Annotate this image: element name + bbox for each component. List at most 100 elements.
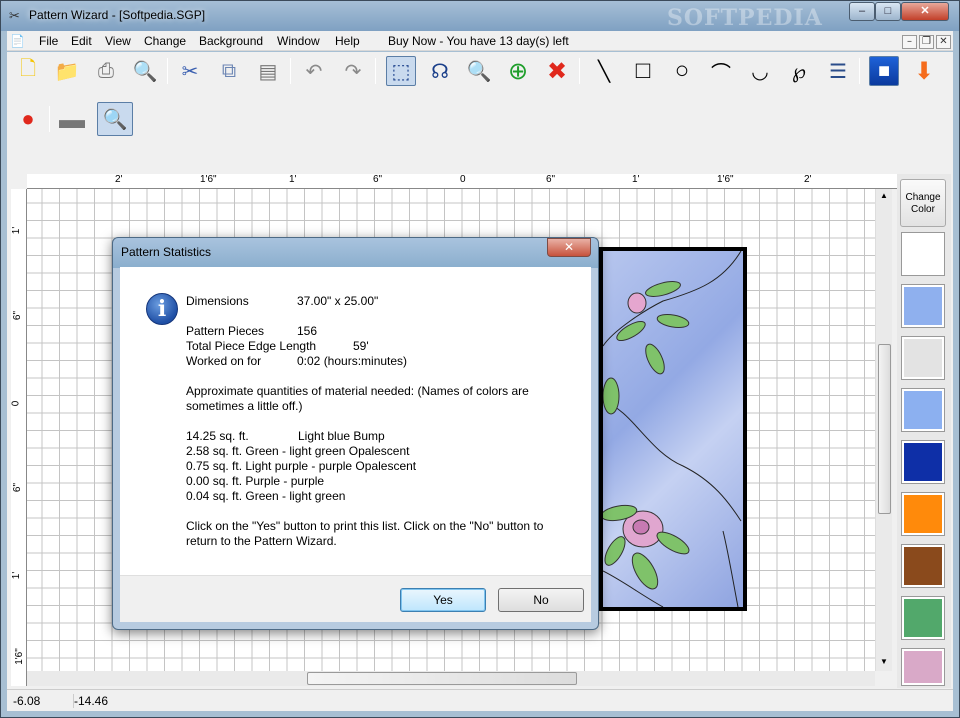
dialog-close-button[interactable]: ✕ <box>547 238 591 257</box>
lasso-icon[interactable]: ☊ <box>425 56 455 86</box>
ruler-label: 1' <box>11 571 23 580</box>
cut-icon[interactable]: ✂ <box>175 56 205 86</box>
pattern-drawing <box>603 251 742 607</box>
paste-icon[interactable]: ▤ <box>253 56 283 86</box>
approx-text: Approximate quantities of material neede… <box>186 384 529 398</box>
menu-view[interactable]: View <box>105 34 131 48</box>
circle-icon[interactable]: ○ <box>667 56 697 86</box>
menu-change[interactable]: Change <box>144 34 186 48</box>
approx-text: sometimes a little off.) <box>186 399 303 413</box>
mdi-close-button[interactable]: ✕ <box>936 35 951 49</box>
delete-icon[interactable]: ✖ <box>542 56 572 86</box>
mdi-restore-button[interactable]: ❐ <box>919 35 934 49</box>
menu-window[interactable]: Window <box>277 34 320 48</box>
ruler-label: 6" <box>12 482 24 493</box>
worked-on-label: Worked on for <box>186 354 262 368</box>
material-qty: 14.25 sq. ft. <box>186 429 249 443</box>
ruler-label: 1'6" <box>13 648 25 665</box>
info-icon: i <box>146 293 178 325</box>
swatch-pink[interactable] <box>901 648 945 686</box>
zoom-fit-icon[interactable]: 🔍 <box>97 102 133 136</box>
pieces-label: Pattern Pieces <box>186 324 265 338</box>
text-list-icon[interactable]: ☰ <box>823 56 853 86</box>
ruler-label: 0 <box>11 400 22 407</box>
ruler-label: 0 <box>460 174 466 185</box>
mdi-controls: – ❐ ✕ <box>900 33 951 49</box>
yes-button[interactable]: Yes <box>400 588 486 612</box>
mdi-minimize-button[interactable]: – <box>902 35 917 49</box>
ruler-label: 1' <box>632 174 640 185</box>
minimize-button[interactable]: – <box>849 2 875 21</box>
status-x: -6.08 <box>13 694 41 708</box>
ruler-label: 1'6" <box>717 174 734 185</box>
material-name: Light blue Bump <box>298 429 385 443</box>
horizontal-scroll-thumb[interactable] <box>307 672 577 685</box>
scroll-down-icon[interactable]: ▼ <box>880 657 888 666</box>
change-color-button[interactable]: Change Color <box>900 179 946 227</box>
menu-bar: 📄 File Edit View Change Background Windo… <box>7 31 953 51</box>
select-rectangle-icon[interactable]: ⬚ <box>386 56 416 86</box>
ruler-label: 1' <box>11 226 23 235</box>
swatch-dark-blue[interactable] <box>901 440 945 484</box>
redo-icon[interactable]: ↷ <box>338 56 368 86</box>
material-line: 0.75 sq. ft. Light purple - purple Opale… <box>186 459 417 473</box>
swatch-orange[interactable] <box>901 492 945 536</box>
footer-text: Click on the "Yes" button to print this … <box>186 519 544 533</box>
swatch-blue-textured[interactable] <box>901 388 945 432</box>
vertical-scroll-thumb[interactable] <box>878 344 891 514</box>
copy-icon[interactable]: ⧉ <box>214 56 244 86</box>
new-file-icon[interactable]: 🗋 <box>13 56 43 86</box>
scroll-up-icon[interactable]: ▲ <box>880 191 888 200</box>
menu-buy-now[interactable]: Buy Now - You have 13 day(s) left <box>388 34 569 48</box>
worked-on-value: 0:02 (hours:minutes) <box>297 354 408 368</box>
edge-length-label: Total Piece Edge Length <box>186 339 317 353</box>
loop-icon[interactable]: ℘ <box>784 56 814 86</box>
dimensions-label: Dimensions <box>186 294 249 308</box>
footer-text: return to the Pattern Wizard. <box>186 534 337 548</box>
curve-icon[interactable]: ◡ <box>745 56 775 86</box>
download-icon[interactable]: ⬇ <box>909 56 939 86</box>
no-button[interactable]: No <box>498 588 584 612</box>
dialog-title: Pattern Statistics <box>121 245 212 259</box>
rectangle-icon[interactable]: □ <box>628 56 658 86</box>
edge-length-value: 59' <box>353 339 369 353</box>
add-icon[interactable]: ⊕ <box>503 56 533 86</box>
ruler-label: 6" <box>546 174 556 185</box>
menu-background[interactable]: Background <box>199 34 263 48</box>
line-icon[interactable]: ╲ <box>589 56 619 86</box>
ruler-label: 6" <box>373 174 383 185</box>
ruler-label: 6" <box>12 310 24 321</box>
undo-icon[interactable]: ↶ <box>299 56 329 86</box>
open-folder-icon[interactable]: 📁 <box>52 56 82 86</box>
title-bar: ✂ Pattern Wizard - [Softpedia.SGP] SOFTP… <box>1 1 959 31</box>
menu-help[interactable]: Help <box>335 34 360 48</box>
swatch-brown[interactable] <box>901 544 945 588</box>
color-fill-icon[interactable]: ■ <box>869 56 899 86</box>
material-line: 2.58 sq. ft. Green - light green Opalesc… <box>186 444 410 458</box>
menu-edit[interactable]: Edit <box>71 34 92 48</box>
ruler-label: 1'6" <box>200 174 217 185</box>
vertical-scrollbar[interactable]: ▲ ▼ <box>875 189 892 671</box>
status-bar: -6.08 -14.46 <box>7 689 953 711</box>
swatch-white[interactable] <box>901 232 945 276</box>
dialog-body: i Dimensions 37.00" x 25.00" Pattern Pie… <box>120 267 591 575</box>
doc-icon: 📄 <box>10 34 25 48</box>
color-palette: Change Color <box>897 174 951 688</box>
ruler-label: 1' <box>289 174 297 185</box>
close-button[interactable]: ✕ <box>901 2 949 21</box>
print-icon[interactable]: ⎙ <box>91 56 121 86</box>
swatch-light-blue-bump[interactable] <box>901 284 945 328</box>
print-preview-icon[interactable]: 🔍 <box>130 56 160 86</box>
horizontal-scrollbar[interactable] <box>27 671 875 686</box>
menu-file[interactable]: File <box>39 34 58 48</box>
arc-icon[interactable]: ⌒ <box>706 56 736 86</box>
zoom-icon[interactable]: 🔍 <box>464 56 494 86</box>
stained-glass-pattern[interactable] <box>599 247 747 611</box>
app-icon: ✂ <box>9 8 20 23</box>
maximize-button[interactable]: □ <box>875 2 901 21</box>
material-line: 0.04 sq. ft. Green - light green <box>186 489 346 503</box>
background-icon[interactable]: ▬ <box>57 104 87 134</box>
swatch-green[interactable] <box>901 596 945 640</box>
record-icon[interactable]: ● <box>13 104 43 134</box>
swatch-light-gray[interactable] <box>901 336 945 380</box>
